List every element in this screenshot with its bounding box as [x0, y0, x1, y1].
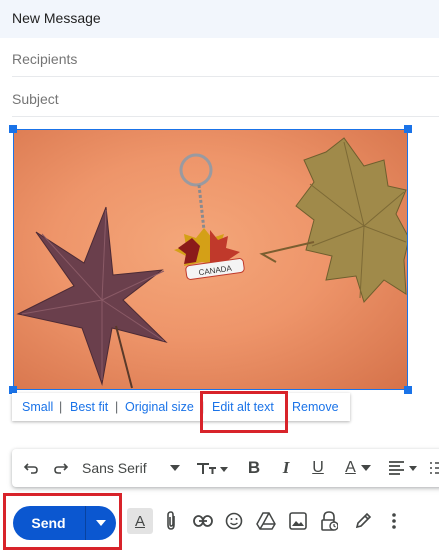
redo-button[interactable] — [48, 449, 74, 487]
resize-handle-top-right[interactable] — [404, 125, 412, 133]
best-fit-link[interactable]: Best fit — [70, 400, 108, 414]
undo-button[interactable] — [18, 449, 44, 487]
italic-button[interactable]: I — [274, 449, 298, 487]
send-options-button[interactable] — [86, 506, 116, 540]
caret-down-icon — [170, 465, 180, 471]
underline-button[interactable]: U — [306, 449, 330, 487]
image-options-menu: Small | Best fit | Original size | Edit … — [12, 393, 350, 421]
paperclip-icon — [167, 511, 175, 530]
purple-leaf — [16, 206, 168, 386]
lock-clock-icon — [321, 511, 338, 531]
text-color-button[interactable]: A — [340, 449, 376, 487]
bold-button[interactable]: B — [242, 449, 266, 487]
font-size-button[interactable] — [194, 449, 230, 487]
remove-image-link[interactable]: Remove — [292, 400, 339, 414]
small-size-link[interactable]: Small — [22, 400, 53, 414]
list-button[interactable] — [428, 449, 439, 487]
resize-handle-bottom-right[interactable] — [404, 386, 412, 394]
link-icon — [193, 515, 213, 527]
highlight-edit-alt-text — [200, 391, 288, 433]
redo-icon — [54, 463, 69, 474]
format-text-icon: A — [134, 512, 145, 530]
emoji-icon — [225, 512, 243, 530]
brown-leaf — [295, 137, 407, 303]
inline-image[interactable]: CANADA — [13, 129, 408, 390]
compose-bottom-bar: Send A — [0, 498, 439, 552]
font-family-label: Sans Serif — [82, 460, 147, 476]
caret-down-icon — [360, 465, 371, 471]
font-family-select[interactable]: Sans Serif — [82, 449, 182, 487]
recipients-placeholder: Recipients — [12, 51, 78, 67]
original-size-link[interactable]: Original size — [125, 400, 194, 414]
caret-down-icon — [96, 520, 106, 526]
compose-header: New Message — [0, 0, 439, 38]
undo-icon — [23, 463, 38, 474]
resize-handle-top-left[interactable] — [9, 125, 17, 133]
separator: | — [115, 400, 119, 414]
underline-label: U — [312, 459, 324, 476]
attach-file-button[interactable] — [158, 508, 184, 534]
send-button[interactable]: Send — [13, 506, 84, 540]
pen-icon — [355, 512, 372, 529]
recipients-field[interactable]: Recipients — [12, 39, 439, 77]
compose-title: New Message — [12, 10, 101, 26]
send-button-group: Send — [13, 506, 116, 540]
photo-icon — [289, 512, 307, 530]
image-illustration: CANADA — [16, 137, 407, 389]
align-button[interactable] — [386, 449, 422, 487]
insert-emoji-button[interactable] — [221, 508, 247, 534]
more-vert-icon — [392, 513, 396, 529]
drive-icon — [256, 512, 276, 530]
text-size-icon — [197, 463, 228, 474]
insert-signature-button[interactable] — [350, 508, 376, 534]
separator: | — [59, 400, 63, 414]
confidential-mode-button[interactable] — [316, 508, 342, 534]
formatting-options-button[interactable]: A — [127, 508, 153, 534]
insert-drive-button[interactable] — [253, 508, 279, 534]
numbered-list-icon — [430, 462, 439, 474]
insert-photo-button[interactable] — [285, 508, 311, 534]
subject-placeholder: Subject — [12, 91, 59, 107]
subject-field[interactable]: Subject — [12, 79, 439, 117]
insert-link-button[interactable] — [190, 508, 216, 534]
keyring — [179, 153, 213, 187]
more-options-button[interactable] — [381, 508, 407, 534]
formatting-toolbar: Sans Serif B I U A — [12, 449, 439, 487]
bold-label: B — [247, 458, 261, 477]
italic-label: I — [282, 458, 290, 477]
text-color-label: A — [345, 459, 356, 476]
align-left-icon — [389, 461, 417, 475]
